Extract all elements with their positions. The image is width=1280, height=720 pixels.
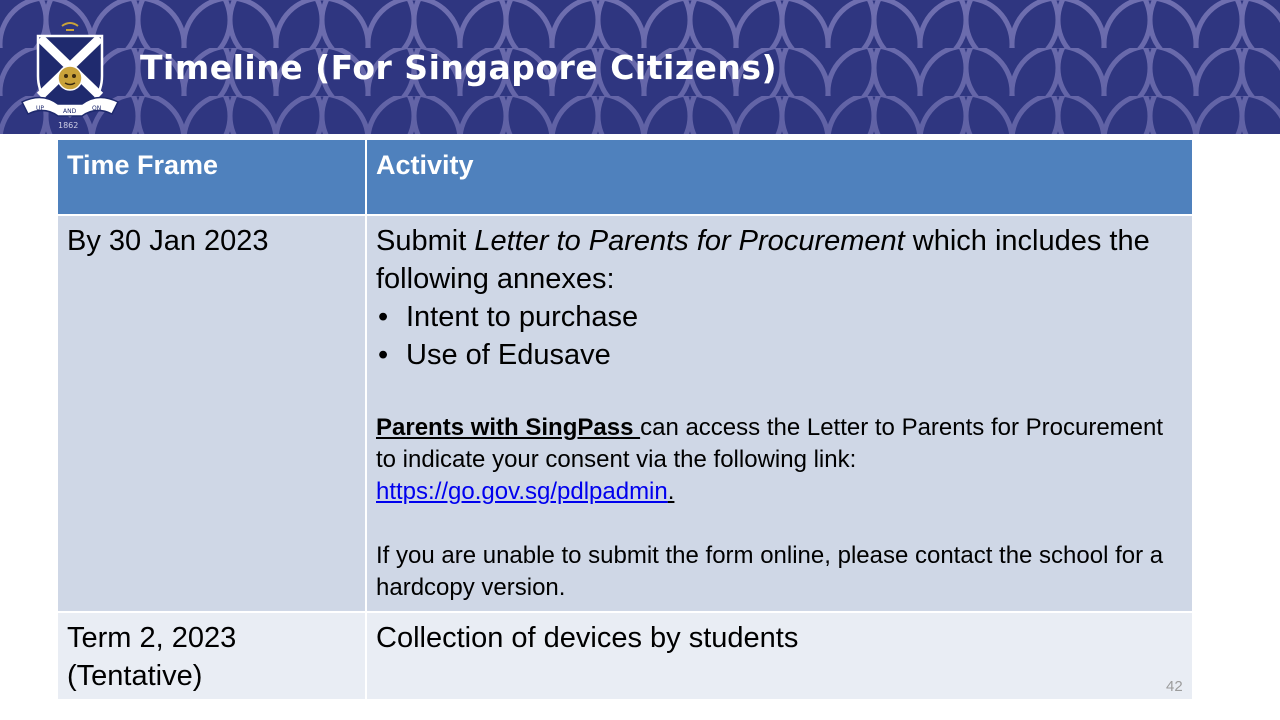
time-frame-cell: Term 2, 2023 (Tentative) [56, 611, 367, 701]
timeline-table: Time Frame Activity By 30 Jan 2023 Submi… [56, 138, 1194, 701]
time-frame-text: By 30 Jan 2023 [67, 225, 269, 257]
time-frame-cell: By 30 Jan 2023 [56, 214, 367, 613]
time-frame-tentative: (Tentative) [67, 660, 203, 692]
page-number: 42 [1166, 678, 1183, 695]
activity-text: Collection of devices by students [376, 622, 799, 654]
header-banner: UP AND ON 1862 Timeline (For Singapore C… [0, 0, 1280, 134]
crest-year: 1862 [58, 121, 78, 130]
activity-cell: Collection of devices by students [365, 611, 1194, 701]
crest-motto-3: ON [92, 105, 101, 112]
time-frame-term: Term 2, 2023 [67, 622, 237, 654]
slide-title: Timeline (For Singapore Citizens) [140, 48, 778, 87]
letter-title: Letter to Parents for Procurement [474, 225, 905, 257]
crest-motto-2: AND [63, 108, 77, 115]
annex-list: Intent to purchase Use of Edusave [376, 298, 1183, 374]
table-row: Term 2, 2023 (Tentative) Collection of d… [56, 611, 1194, 701]
pdlp-admin-link[interactable]: https://go.gov.sg/pdlpadmin [376, 478, 668, 505]
singpass-label: Parents with SingPass [376, 414, 641, 441]
contact-note: If you are unable to submit the form onl… [376, 542, 1164, 601]
singpass-paragraph: Parents with SingPass can access the Let… [376, 412, 1183, 508]
activity-intro: Submit Letter to Parents for Procurement… [376, 222, 1183, 298]
crest-motto-1: UP [36, 105, 44, 112]
list-item: Intent to purchase [376, 298, 1183, 336]
table-header-row: Time Frame Activity [56, 138, 1194, 216]
school-crest-logo: UP AND ON 1862 [20, 22, 120, 130]
activity-cell: Submit Letter to Parents for Procurement… [365, 214, 1194, 613]
link-suffix: . [667, 478, 675, 505]
table-row: By 30 Jan 2023 Submit Letter to Parents … [56, 214, 1194, 613]
list-item: Use of Edusave [376, 336, 1183, 374]
column-header-activity: Activity [365, 138, 1194, 216]
column-header-time-frame: Time Frame [56, 138, 367, 216]
intro-prefix: Submit [376, 225, 475, 257]
